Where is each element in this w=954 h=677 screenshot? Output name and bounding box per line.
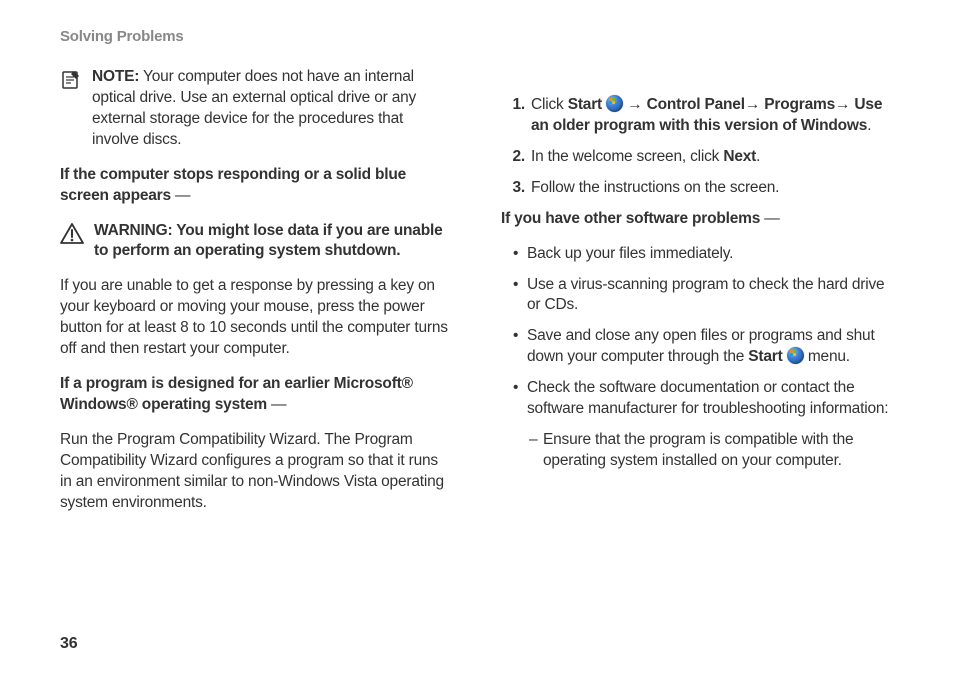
left-column: NOTE: Your computer does not have an int… [60,67,453,528]
start-orb-icon [606,95,623,112]
warning-text: WARNING: You might lose data if you are … [94,221,453,263]
page-number: 36 [60,635,77,653]
heading-earlier-windows: If a program is designed for an earlier … [60,374,453,416]
note-text: NOTE: Your computer does not have an int… [92,67,453,151]
step-number: 2. [501,147,525,168]
heading-stops-responding: If the computer stops responding or a so… [60,165,453,207]
step-number: 1. [501,95,525,137]
bullet-docs: • Check the software documentation or co… [513,378,894,420]
dash-marker: – [529,430,543,472]
para-compat-wizard: Run the Program Compatibility Wizard. Th… [60,430,453,514]
step-body: Follow the instructions on the screen. [531,178,894,199]
warning-icon [60,223,84,245]
content-columns: NOTE: Your computer does not have an int… [60,67,894,528]
bullet-marker: • [513,275,527,317]
step-body: Click Start → Control Panel→ Programs→ U… [531,95,894,137]
start-orb-icon [787,347,804,364]
para-no-response: If you are unable to get a response by p… [60,276,453,360]
step-number: 3. [501,178,525,199]
note-icon [60,69,82,91]
note-block: NOTE: Your computer does not have an int… [60,67,453,151]
bullet-shutdown: • Save and close any open files or progr… [513,326,894,368]
bullet-text: Save and close any open files or program… [527,326,894,368]
step-3: 3. Follow the instructions on the screen… [501,178,894,199]
bullet-virus: • Use a virus-scanning program to check … [513,275,894,317]
bullet-marker: • [513,326,527,368]
page-header: Solving Problems [60,28,894,45]
bullet-marker: • [513,244,527,265]
bullet-text: Back up your files immediately. [527,244,894,265]
bullet-marker: • [513,378,527,420]
right-column: 1. Click Start → Control Panel→ Programs… [501,67,894,528]
step-body: In the welcome screen, click Next. [531,147,894,168]
bullet-text: Use a virus-scanning program to check th… [527,275,894,317]
note-body: Your computer does not have an internal … [92,68,416,148]
step-2: 2. In the welcome screen, click Next. [501,147,894,168]
heading-other-problems: If you have other software problems — [501,209,894,230]
sub-bullet-text: Ensure that the program is compatible wi… [543,430,894,472]
bullet-text: Check the software documentation or cont… [527,378,894,420]
bullet-backup: • Back up your files immediately. [513,244,894,265]
step-1: 1. Click Start → Control Panel→ Programs… [501,95,894,137]
note-label: NOTE: [92,68,139,85]
sub-bullet-compat: – Ensure that the program is compatible … [529,430,894,472]
warning-block: WARNING: You might lose data if you are … [92,221,453,263]
